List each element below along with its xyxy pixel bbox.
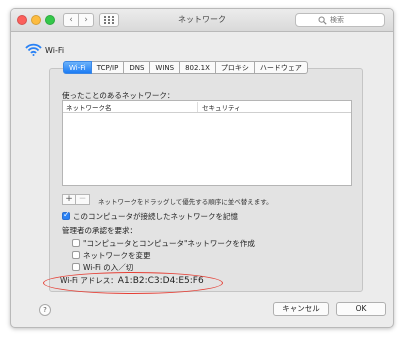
change-network-checkbox[interactable] xyxy=(72,251,80,259)
settings-panel: 使ったことのあるネットワーク： ネットワーク名 セキュリティ + − ネットワー… xyxy=(49,68,363,292)
tab-bar: Wi-Fi TCP/IP DNS WINS 802.1X プロキシ ハードウェア xyxy=(63,61,308,74)
column-network-name[interactable]: ネットワーク名 xyxy=(66,102,112,112)
tab-wifi[interactable]: Wi-Fi xyxy=(63,61,92,74)
search-icon xyxy=(318,16,327,25)
create-computer-network-checkbox[interactable] xyxy=(72,239,80,247)
tab-dns[interactable]: DNS xyxy=(124,61,151,74)
column-security[interactable]: セキュリティ xyxy=(197,102,241,112)
remember-networks-checkbox[interactable] xyxy=(62,210,70,220)
wifi-power-checkbox[interactable] xyxy=(72,263,80,271)
known-networks-table[interactable]: ネットワーク名 セキュリティ xyxy=(62,100,352,186)
change-network-label: ネットワークを変更 xyxy=(83,251,151,260)
remember-networks-label: このコンピュータが接続したネットワークを記憶 xyxy=(73,212,238,221)
remove-network-button[interactable]: − xyxy=(76,194,90,205)
cancel-button[interactable]: キャンセル xyxy=(273,302,329,316)
table-header: ネットワーク名 セキュリティ xyxy=(63,101,351,113)
add-network-button[interactable]: + xyxy=(62,194,76,205)
ok-button[interactable]: OK xyxy=(336,302,386,316)
admin-auth-label: 管理者の承認を要求： xyxy=(62,226,137,235)
search-input[interactable] xyxy=(330,14,380,26)
tab-8021x[interactable]: 802.1X xyxy=(180,61,216,74)
title-bar: ‹ › ネットワーク xyxy=(11,9,393,32)
network-window: ‹ › ネットワーク Wi-Fi xyxy=(10,8,394,328)
create-computer-network-label: "コンピュータとコンピュータ"ネットワークを作成 xyxy=(83,239,255,248)
wifi-address-highlight xyxy=(43,272,223,294)
wifi-icon xyxy=(25,43,42,56)
list-controls: + − xyxy=(62,194,92,205)
reorder-hint: ネットワークをドラッグして優先する順序に並べ替えます。 xyxy=(98,198,273,206)
wifi-header-label: Wi-Fi xyxy=(45,46,65,55)
search-field[interactable] xyxy=(295,13,385,27)
tab-tcpip[interactable]: TCP/IP xyxy=(91,61,125,74)
tab-wins[interactable]: WINS xyxy=(150,61,181,74)
help-button[interactable]: ? xyxy=(39,304,51,316)
tab-hardware[interactable]: ハードウェア xyxy=(254,61,308,74)
tab-proxy[interactable]: プロキシ xyxy=(215,61,255,74)
